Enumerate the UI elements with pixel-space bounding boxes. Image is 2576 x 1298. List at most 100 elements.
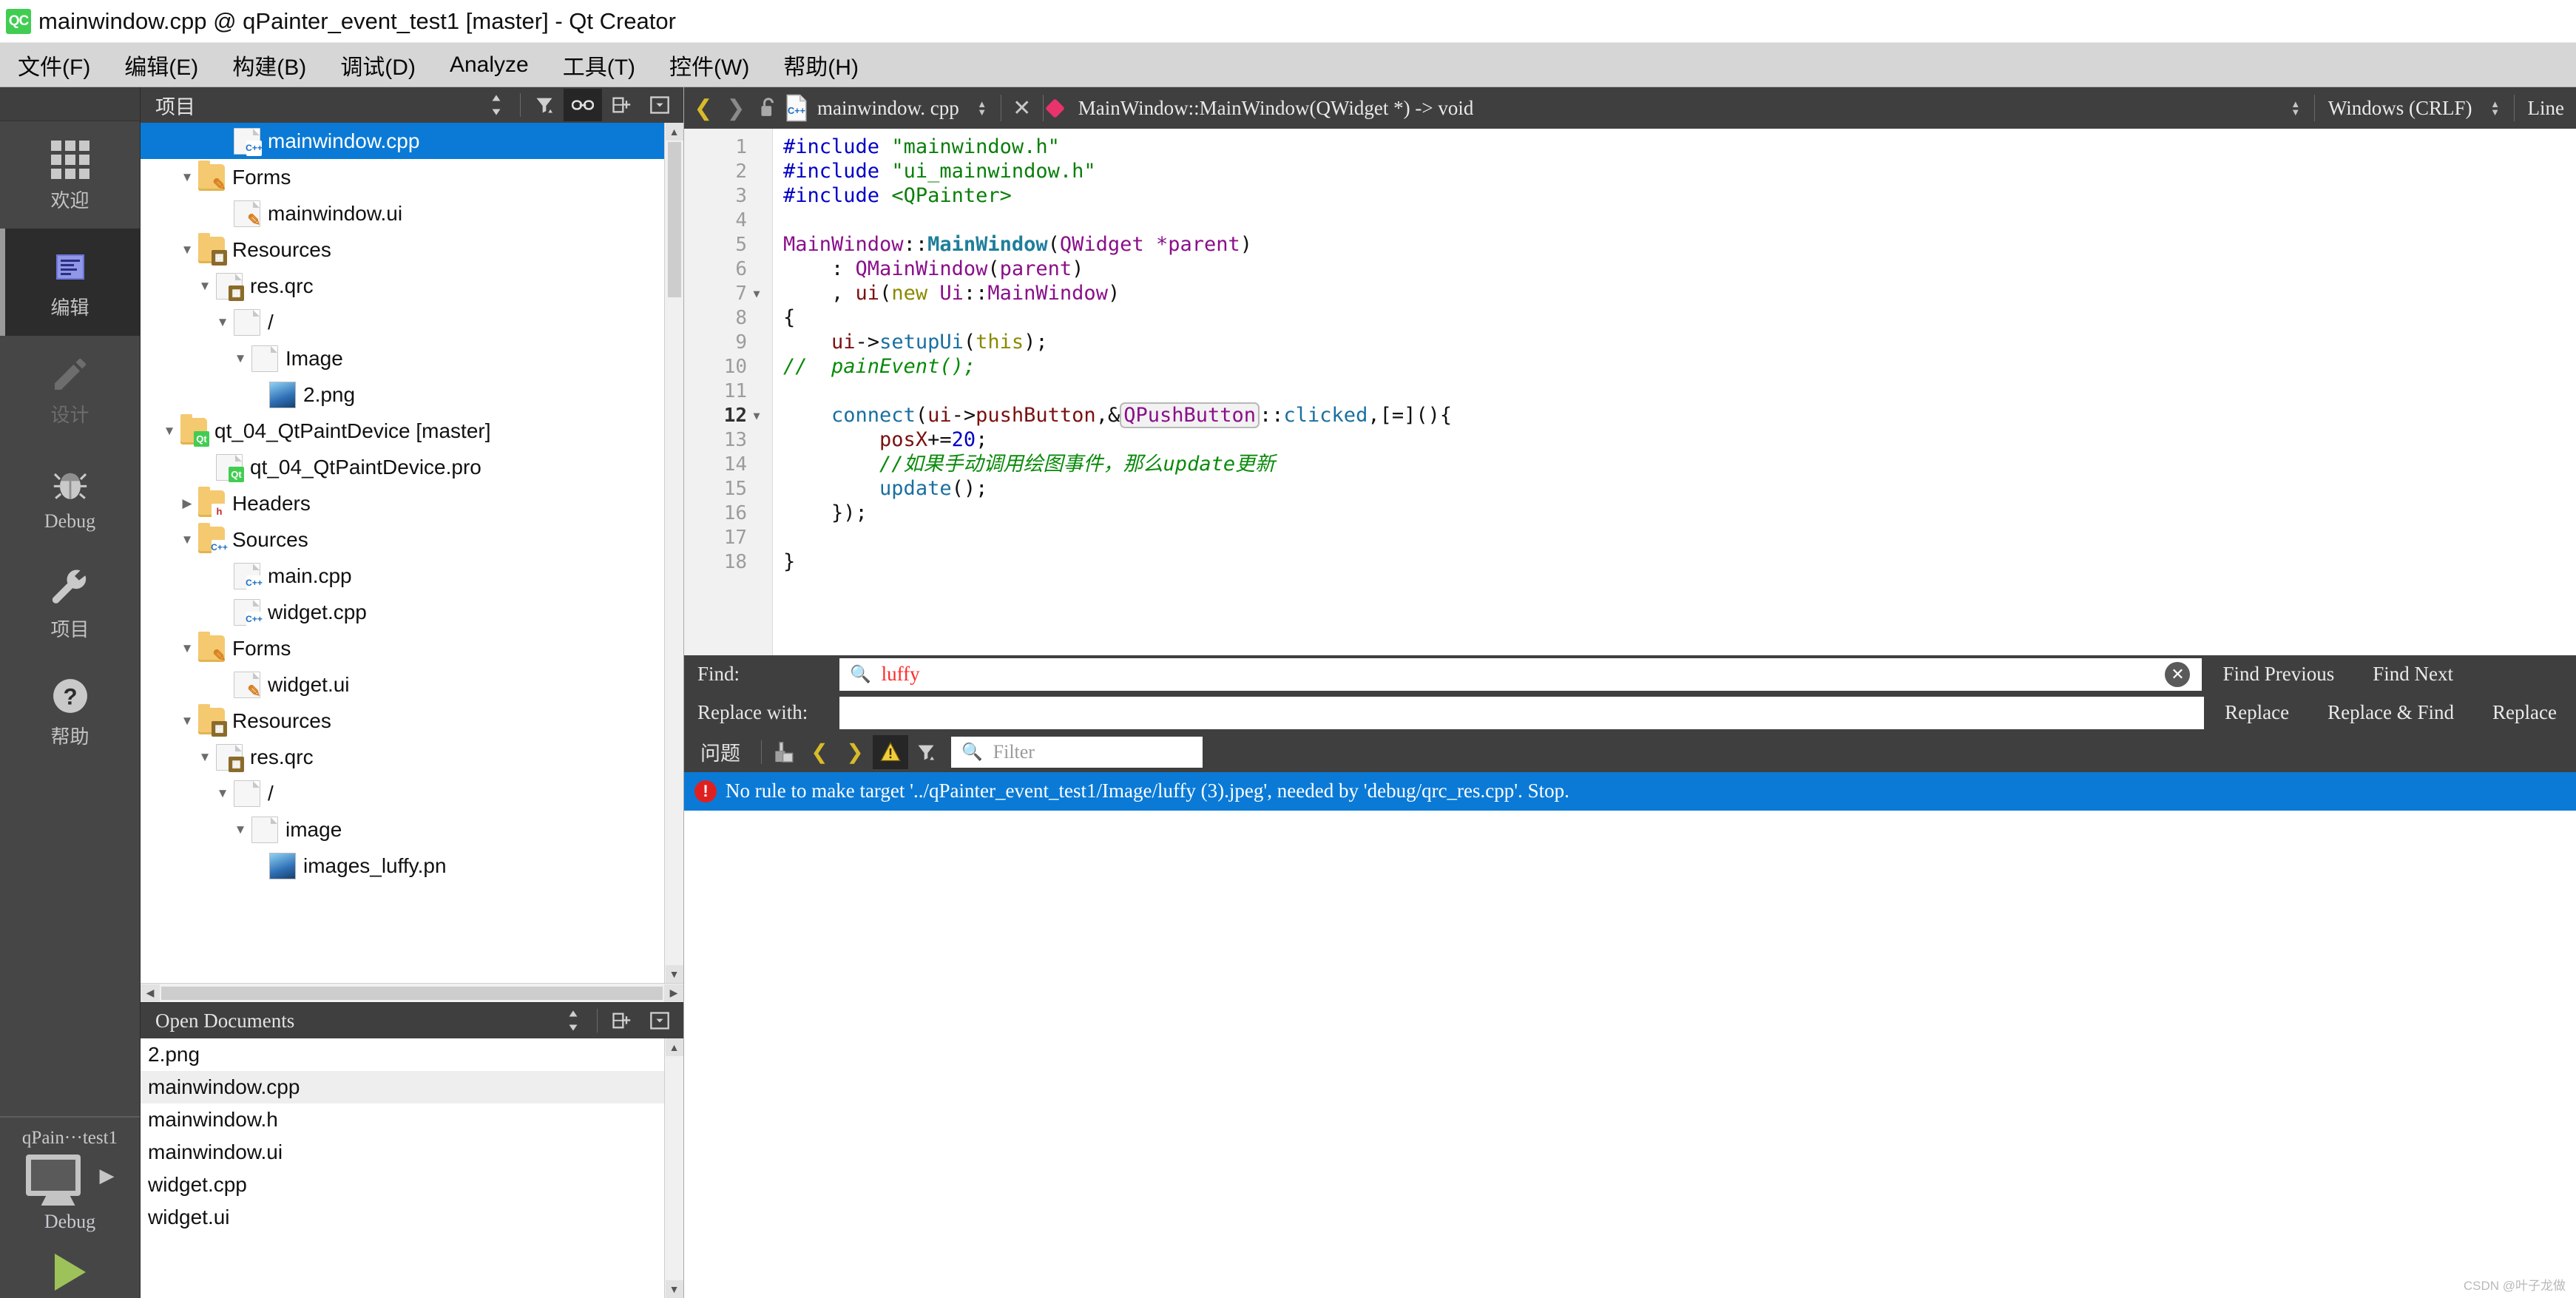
open-documents-list[interactable]: 2.pngmainwindow.cppmainwindow.hmainwindo… (141, 1038, 664, 1298)
replace-input[interactable] (839, 697, 2204, 729)
tree-item[interactable]: C++main.cpp (141, 558, 664, 594)
issue-row[interactable]: ! No rule to make target '../qPainter_ev… (684, 772, 2576, 811)
panel-close-icon[interactable] (640, 89, 679, 121)
scroll-down-arrow-icon[interactable]: ▼ (666, 1280, 683, 1298)
chevron-down-icon[interactable]: ▼ (194, 750, 216, 765)
tree-item[interactable]: ▼image (141, 811, 664, 848)
tree-item[interactable]: ▼/ (141, 775, 664, 811)
code-line[interactable]: } (783, 550, 2576, 574)
link-icon[interactable] (564, 89, 602, 121)
file-selector-spinner[interactable]: ▲▼ (974, 100, 990, 116)
filter-icon[interactable] (525, 89, 564, 121)
line-ending-spinner[interactable]: ▲▼ (2487, 100, 2504, 116)
open-document-item[interactable]: widget.ui (141, 1201, 664, 1234)
chevron-down-icon[interactable]: ▼ (229, 351, 251, 366)
tree-item[interactable]: ▼/ (141, 304, 664, 340)
scrollbar-thumb[interactable] (668, 142, 681, 297)
kit-selector[interactable]: qPain···test1 ▶ Debug (0, 1116, 140, 1298)
line-ending-selector[interactable]: Windows (CRLF) (2328, 97, 2472, 120)
project-tree-scrollbar[interactable]: ▲ ▼ (664, 123, 683, 983)
code-line[interactable]: connect(ui->pushButton,&QPushButton::cli… (783, 403, 2576, 427)
tree-item[interactable]: ▶hHeaders (141, 485, 664, 521)
chevron-down-icon[interactable]: ▼ (176, 641, 198, 656)
tree-item[interactable]: ▼▦res.qrc (141, 739, 664, 775)
code-editor[interactable]: 1234567▼89101112▼131415161718 #include "… (684, 129, 2576, 655)
tree-item[interactable]: ▼Image (141, 340, 664, 376)
mode-design[interactable]: 设计 (0, 336, 140, 443)
chevron-down-icon[interactable]: ▼ (176, 533, 198, 547)
tree-item[interactable]: ▼▦Resources (141, 703, 664, 739)
code-line[interactable]: #include "mainwindow.h" (783, 135, 2576, 159)
tree-item[interactable]: ▼▦res.qrc (141, 268, 664, 304)
code-line[interactable]: { (783, 305, 2576, 330)
code-line[interactable]: posX+=20; (783, 427, 2576, 452)
project-tree-hscrollbar[interactable]: ◀ ▶ (141, 983, 683, 1002)
mode-help[interactable]: ? 帮助 (0, 658, 140, 765)
issues-filter-input[interactable]: 🔍 Filter (951, 737, 1203, 768)
panel-close-icon[interactable] (640, 1004, 679, 1037)
code-line[interactable]: #include "ui_mainwindow.h" (783, 159, 2576, 183)
mode-projects[interactable]: 项目 (0, 550, 140, 658)
fold-toggle-icon[interactable]: ▼ (747, 287, 766, 300)
tree-item[interactable]: ▼✎Forms (141, 630, 664, 666)
chevron-down-icon[interactable]: ▼ (176, 243, 198, 257)
replace-button[interactable]: Replace (2205, 701, 2308, 724)
menu-debug[interactable]: 调试(D) (339, 46, 417, 84)
open-document-item[interactable]: mainwindow.ui (141, 1136, 664, 1169)
menu-widgets[interactable]: 控件(W) (668, 46, 751, 84)
code-line[interactable] (783, 525, 2576, 550)
menu-analyze[interactable]: Analyze (448, 50, 530, 81)
open-documents-scrollbar[interactable]: ▲ ▼ (664, 1038, 683, 1298)
chevron-down-icon[interactable]: ▼ (212, 315, 234, 330)
chevron-left-icon[interactable]: ❮ (802, 735, 837, 769)
tree-item[interactable]: ▼▦Resources (141, 231, 664, 268)
scroll-down-arrow-icon[interactable]: ▼ (666, 965, 683, 983)
open-document-item[interactable]: widget.cpp (141, 1169, 664, 1201)
scroll-up-arrow-icon[interactable]: ▲ (666, 123, 683, 141)
code-line[interactable]: ui->setupUi(this); (783, 330, 2576, 354)
code-line[interactable]: // painEvent(); (783, 354, 2576, 379)
fold-toggle-icon[interactable]: ▼ (747, 409, 766, 422)
issues-list[interactable]: ! No rule to make target '../qPainter_ev… (684, 772, 2576, 1298)
chevron-down-icon[interactable]: ▼ (194, 279, 216, 294)
open-document-item[interactable]: mainwindow.cpp (141, 1071, 664, 1103)
run-triangle-icon[interactable] (55, 1254, 86, 1291)
scroll-up-arrow-icon[interactable]: ▲ (666, 1038, 683, 1056)
code-line[interactable]: : QMainWindow(parent) (783, 257, 2576, 281)
close-x-icon[interactable]: ✕ (1006, 92, 1038, 124)
unlocked-padlock-icon[interactable] (752, 92, 785, 124)
code-line[interactable] (783, 208, 2576, 232)
chevron-right-icon[interactable]: ❯ (837, 735, 873, 769)
chevron-down-icon[interactable]: ▼ (229, 822, 251, 837)
open-document-item[interactable]: mainwindow.h (141, 1103, 664, 1136)
mode-debug[interactable]: Debug (0, 443, 140, 550)
chevron-down-icon[interactable]: ▼ (176, 714, 198, 729)
chevron-down-icon[interactable]: ▼ (158, 424, 180, 439)
menu-edit[interactable]: 编辑(E) (123, 46, 200, 84)
filter-icon[interactable] (908, 735, 944, 769)
split-add-icon[interactable] (602, 89, 640, 121)
symbol-spinner[interactable]: ▲▼ (2288, 100, 2304, 116)
tree-item[interactable]: ✎mainwindow.ui (141, 195, 664, 231)
menu-file[interactable]: 文件(F) (16, 46, 92, 84)
chevron-right-icon[interactable]: ❯ (720, 92, 752, 124)
encoding-selector[interactable]: Line (2528, 97, 2564, 120)
warning-triangle-icon[interactable] (873, 735, 908, 769)
replace-all-button[interactable]: Replace (2473, 701, 2576, 724)
split-add-icon[interactable] (602, 1004, 640, 1037)
copy-icon[interactable] (766, 735, 802, 769)
menu-tools[interactable]: 工具(T) (561, 46, 637, 84)
tree-item[interactable]: ▼Qtqt_04_QtPaintDevice [master] (141, 413, 664, 449)
tree-item[interactable]: ▼✎Forms (141, 159, 664, 195)
tree-item[interactable]: ▼C++Sources (141, 521, 664, 558)
find-previous-button[interactable]: Find Previous (2203, 663, 2353, 686)
tree-item[interactable]: images_luffy.pn (141, 848, 664, 884)
updown-arrows-icon[interactable] (477, 89, 515, 121)
mode-welcome[interactable]: 欢迎 (0, 121, 140, 229)
mode-edit[interactable]: 编辑 (0, 229, 140, 336)
project-tree[interactable]: C++mainwindow.cpp▼✎Forms✎mainwindow.ui▼▦… (141, 123, 683, 983)
chevron-down-icon[interactable]: ▼ (212, 786, 234, 801)
tree-item[interactable]: C++widget.cpp (141, 594, 664, 630)
code-line[interactable]: update(); (783, 476, 2576, 501)
editor-symbol[interactable]: MainWindow::MainWindow(QWidget *) -> voi… (1078, 97, 2273, 120)
